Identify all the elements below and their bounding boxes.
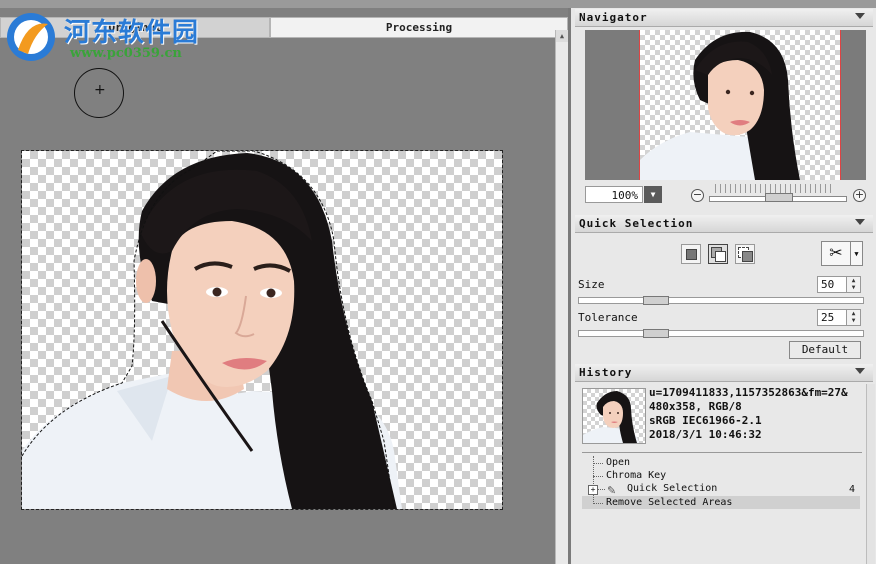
magic-wand-icon: ✎ [607,484,617,497]
history-dimensions: 480x358, RGB/8 [649,400,742,413]
history-item-open[interactable]: Open [606,457,630,468]
portrait-cutout [21,150,402,510]
watermark-title: 河东软件园 [64,18,200,48]
navigator-thumbnail [639,30,841,180]
size-slider[interactable] [578,297,864,304]
zoom-slider-ticks [715,184,833,193]
canvas-vertical-scrollbar[interactable]: ▲ [555,30,568,564]
zoom-slider-thumb[interactable] [765,193,793,202]
title-strip [0,0,876,8]
new-selection-button[interactable] [681,244,701,264]
add-selection-button[interactable] [708,244,728,264]
tolerance-slider[interactable] [578,330,864,337]
zoom-input[interactable]: 100% [585,186,643,203]
tab-processing[interactable]: Processing [270,17,568,38]
collapse-icon[interactable] [855,13,865,19]
zoom-dropdown-icon[interactable]: ▼ [644,186,662,203]
navigator-header[interactable]: Navigator [575,9,873,27]
watermark-logo [7,13,55,61]
tolerance-input[interactable]: 25 [817,309,847,326]
new-selection-icon [686,249,697,260]
collapse-icon[interactable] [855,368,865,374]
history-colorspace: sRGB IEC61966-2.1 [649,414,762,427]
history-header[interactable]: History [575,364,873,382]
zoom-out-icon[interactable]: − [691,189,704,202]
brush-cursor: + [74,68,124,118]
history-item-remove-selected-areas[interactable]: Remove Selected Areas [606,497,732,508]
watermark-url: www.pc0359.cn [70,46,182,61]
history-filename: u=1709411833,1157352863&fm=27& [649,386,848,399]
history-divider [582,452,862,453]
history-title: History [579,366,633,379]
history-item-chroma-key[interactable]: Chroma Key [606,470,666,481]
navigator-preview[interactable] [585,30,866,180]
canvas-image[interactable] [21,150,503,510]
navigator-title: Navigator [579,11,648,24]
quick-selection-header[interactable]: Quick Selection [575,215,873,233]
scissors-icon[interactable]: ✂ [821,241,851,266]
size-label: Size [578,278,605,291]
expand-icon[interactable]: + [588,485,598,495]
tolerance-label: Tolerance [578,311,638,324]
zoom-in-icon[interactable]: + [853,189,866,202]
history-timestamp: 2018/3/1 10:46:32 [649,428,762,441]
history-item-quick-selection[interactable]: Quick Selection [627,483,717,494]
history-scrollbar[interactable] [866,384,875,564]
right-panel: Navigator 100% ▼ − + Quick Selection ✂ ▼… [568,8,876,564]
size-spinner[interactable]: ▲ ▼ [847,276,861,293]
history-thumbnail [582,388,646,444]
tolerance-spinner[interactable]: ▲ ▼ [847,309,861,326]
history-item-count: 4 [849,484,856,495]
size-slider-thumb[interactable] [643,296,669,305]
scroll-up-icon[interactable]: ▲ [556,30,568,42]
collapse-icon[interactable] [855,219,865,225]
size-input[interactable]: 50 [817,276,847,293]
default-button[interactable]: Default [789,341,861,359]
tool-dropdown-icon[interactable]: ▼ [851,241,863,266]
tolerance-slider-thumb[interactable] [643,329,669,338]
crosshair-icon: + [94,82,106,98]
subtract-selection-button[interactable] [735,244,755,264]
quick-selection-title: Quick Selection [579,217,694,230]
